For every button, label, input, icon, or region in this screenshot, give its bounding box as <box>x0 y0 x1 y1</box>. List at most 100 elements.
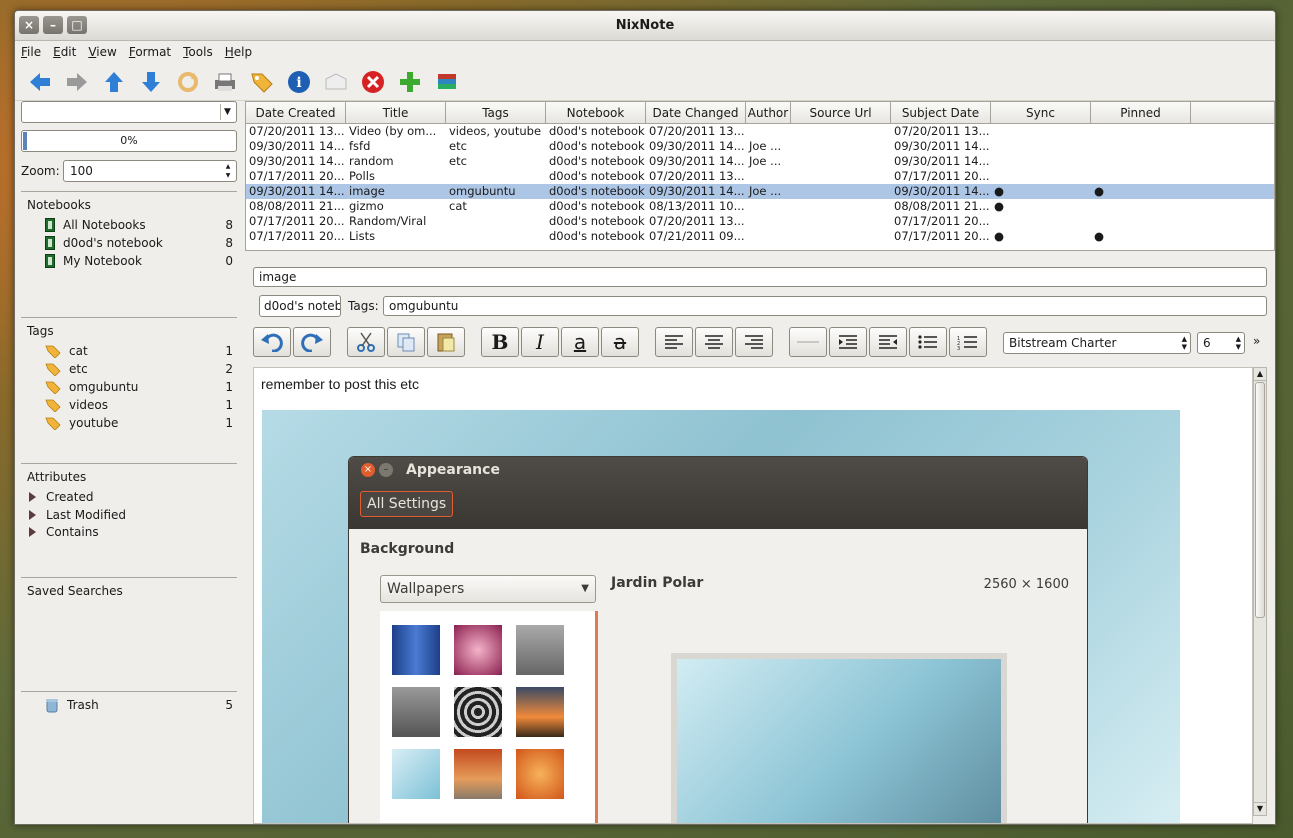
column-header-tags[interactable]: Tags <box>446 102 546 123</box>
column-header-date-created[interactable]: Date Created <box>246 102 346 123</box>
tag-item[interactable]: etc 2 <box>21 360 237 378</box>
notebooks-icon[interactable] <box>434 69 460 95</box>
spin-arrows-icon: ▲ ▼ <box>1181 335 1187 351</box>
back-arrow-icon[interactable] <box>27 69 53 95</box>
all-settings-button: All Settings <box>360 491 454 517</box>
table-cell: videos, youtube <box>449 124 542 138</box>
table-cell: Joe ... <box>749 139 782 153</box>
table-cell: d0od's notebook <box>549 184 645 198</box>
menu-edit[interactable]: Edit <box>53 45 76 59</box>
up-arrow-icon[interactable] <box>101 69 127 95</box>
copy-button[interactable] <box>387 327 425 357</box>
tag-item[interactable]: videos 1 <box>21 396 237 414</box>
menu-view[interactable]: View <box>88 45 116 59</box>
table-cell: Lists <box>349 229 376 243</box>
font-size-combo[interactable]: 6 ▲ ▼ <box>1197 332 1245 354</box>
column-header-sync[interactable]: Sync <box>991 102 1091 123</box>
menu-tools[interactable]: Tools <box>183 45 213 59</box>
align-center-button[interactable] <box>695 327 733 357</box>
column-header-subject-date[interactable]: Subject Date <box>891 102 991 123</box>
format-toolbar: B I a a 123 Bitstream Charter ▲ ▼ 6 ▲ ▼ » <box>253 325 1275 359</box>
note-editor[interactable]: remember to post this etc × – Appearance… <box>253 367 1253 824</box>
menu-help[interactable]: Help <box>225 45 252 59</box>
table-row[interactable]: 07/20/2011 13... Video (by om... videos, y… <box>246 124 1274 139</box>
forward-arrow-icon[interactable] <box>64 69 90 95</box>
column-header-pinned[interactable]: Pinned <box>1091 102 1191 123</box>
note-notebook-combo[interactable]: d0od's notebook <box>259 295 341 317</box>
email-icon[interactable] <box>323 69 349 95</box>
table-row[interactable]: 09/30/2011 14... fsfd etc d0od's notebook 09… <box>246 139 1274 154</box>
column-header-source-url[interactable]: Source Url <box>791 102 891 123</box>
undo-button[interactable] <box>253 327 291 357</box>
table-row[interactable]: 07/17/2011 20... Lists d0od's notebook 07/2… <box>246 229 1274 244</box>
progress-text: 0% <box>120 134 138 147</box>
scroll-up-icon[interactable]: ▲ <box>1254 368 1266 381</box>
table-row[interactable]: 07/17/2011 20... Random/Viral d0od's noteb… <box>246 214 1274 229</box>
notebook-item[interactable]: All Notebooks 8 <box>21 216 237 234</box>
delete-icon[interactable] <box>360 69 386 95</box>
table-row[interactable]: 08/08/2011 21... gizmo cat d0od's notebook 0… <box>246 199 1274 214</box>
background-heading: Background <box>360 541 455 557</box>
zoom-spinbox[interactable]: 100 ▲ ▼ <box>63 160 237 182</box>
scroll-thumb[interactable] <box>1255 382 1265 618</box>
expand-triangle-icon[interactable] <box>29 526 36 537</box>
tag-item[interactable]: cat 1 <box>21 342 237 360</box>
align-left-button[interactable] <box>655 327 693 357</box>
bullet-list-button[interactable] <box>909 327 947 357</box>
horizontal-rule-button[interactable] <box>789 327 827 357</box>
cut-button[interactable] <box>347 327 385 357</box>
attribute-item-last-modified[interactable]: Last Modified <box>21 506 237 523</box>
toolbar-overflow-icon[interactable]: » <box>1253 334 1260 348</box>
tags-section: Tags cat 1 etc 2 omgubuntu 1 videos 1 youtub… <box>21 317 237 432</box>
italic-button[interactable]: I <box>521 327 559 357</box>
bold-button[interactable]: B <box>481 327 519 357</box>
tag-icon[interactable] <box>249 69 275 95</box>
align-right-button[interactable] <box>735 327 773 357</box>
menu-format[interactable]: Format <box>129 45 171 59</box>
down-arrow-icon[interactable] <box>138 69 164 95</box>
add-note-icon[interactable] <box>397 69 423 95</box>
wallpaper-thumbnail <box>392 687 440 737</box>
attribute-item-contains[interactable]: Contains <box>21 523 237 540</box>
note-title-input[interactable]: image <box>253 267 1267 287</box>
strikethrough-button[interactable]: a <box>601 327 639 357</box>
editor-scrollbar[interactable]: ▲ ▼ <box>1253 367 1267 816</box>
table-cell <box>791 229 891 244</box>
column-header-notebook[interactable]: Notebook <box>546 102 646 123</box>
trash-item[interactable]: Trash 5 <box>21 696 237 714</box>
notebook-filter-combo[interactable]: ▼ <box>21 101 237 123</box>
print-icon[interactable] <box>212 69 238 95</box>
column-header-title[interactable]: Title <box>346 102 446 123</box>
column-header-author[interactable]: Author <box>746 102 791 123</box>
outdent-button[interactable] <box>869 327 907 357</box>
note-tags-input[interactable]: omgubuntu <box>383 296 1267 316</box>
column-header-date-changed[interactable]: Date Changed <box>646 102 746 123</box>
expand-triangle-icon[interactable] <box>29 509 36 520</box>
tag-item[interactable]: youtube 1 <box>21 414 237 432</box>
table-row[interactable]: 09/30/2011 14... image omgubuntu d0od's not… <box>246 184 1274 199</box>
menu-file[interactable]: File <box>21 45 41 59</box>
numbered-list-button[interactable]: 123 <box>949 327 987 357</box>
notebook-item[interactable]: My Notebook 0 <box>21 252 237 270</box>
attribute-item-created[interactable]: Created <box>21 488 237 506</box>
table-cell <box>746 199 791 214</box>
spin-up-icon[interactable]: ▲ <box>222 162 234 171</box>
paste-button[interactable] <box>427 327 465 357</box>
underline-button[interactable]: a <box>561 327 599 357</box>
table-row[interactable]: 07/17/2011 20... Polls d0od's notebook 07/2… <box>246 169 1274 184</box>
tag-item[interactable]: omgubuntu 1 <box>21 378 237 396</box>
scroll-down-icon[interactable]: ▼ <box>1254 802 1266 815</box>
expand-triangle-icon[interactable] <box>29 492 36 502</box>
zoom-label: Zoom: <box>21 164 60 178</box>
redo-button[interactable] <box>293 327 331 357</box>
indent-button[interactable] <box>829 327 867 357</box>
font-family-combo[interactable]: Bitstream Charter ▲ ▼ <box>1003 332 1191 354</box>
table-cell <box>791 214 891 229</box>
table-row[interactable]: 09/30/2011 14... random etc d0od's notebook… <box>246 154 1274 169</box>
info-icon[interactable]: i <box>286 69 312 95</box>
spin-down-icon[interactable]: ▼ <box>222 171 234 180</box>
tag-icon <box>45 417 61 430</box>
table-cell: 07/17/2011 20... <box>894 214 990 228</box>
notebook-item[interactable]: d0od's notebook 8 <box>21 234 237 252</box>
sync-icon[interactable] <box>175 69 201 95</box>
